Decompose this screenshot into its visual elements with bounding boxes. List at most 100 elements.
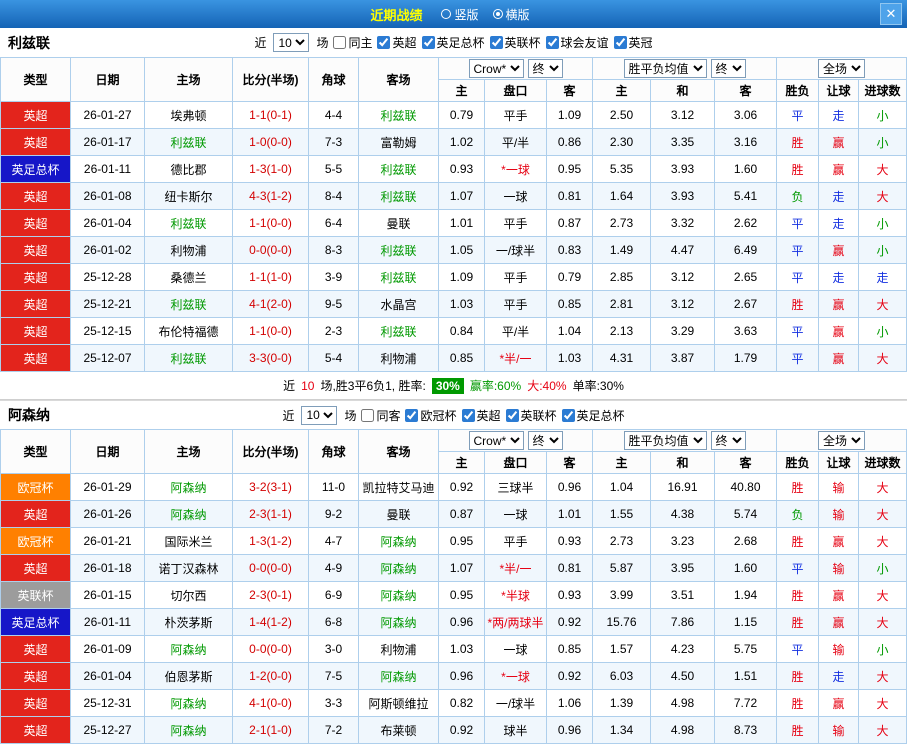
ah-home-odds: 0.84: [439, 318, 485, 345]
ah-home-odds: 1.05: [439, 237, 485, 264]
match-date: 26-01-09: [71, 636, 145, 663]
near-label: 近: [282, 407, 294, 424]
euro-away-odds: 7.72: [715, 690, 777, 717]
wdl-result: 胜: [777, 582, 819, 609]
handicap-result: 赢: [819, 156, 859, 183]
league-badge: 英超: [1, 210, 71, 237]
corner-score: 5-4: [309, 345, 359, 372]
same-venue-checkbox[interactable]: 同客: [361, 407, 400, 424]
same-venue-checkbox-input[interactable]: [361, 409, 374, 422]
league-filter-checkbox[interactable]: 球会友谊: [546, 34, 609, 51]
ah-away-odds: 1.04: [547, 318, 593, 345]
league-filter-checkbox-input[interactable]: [405, 409, 418, 422]
odds-stage-select[interactable]: 终: [528, 431, 563, 450]
home-team: 利兹联: [145, 345, 233, 372]
match-date: 26-01-17: [71, 129, 145, 156]
radio-unselected-icon: [441, 9, 451, 19]
euro-away-odds: 3.06: [715, 102, 777, 129]
ah-home-odds: 0.93: [439, 156, 485, 183]
league-filter-checkbox[interactable]: 英超: [377, 34, 416, 51]
layout-radio-horizontal[interactable]: 横版: [493, 6, 530, 23]
league-filter-checkbox[interactable]: 英联杯: [506, 407, 557, 424]
same-venue-checkbox[interactable]: 同主: [333, 34, 372, 51]
league-filter-checkbox[interactable]: 欧冠杯: [405, 407, 456, 424]
league-filter-checkbox-input[interactable]: [490, 36, 503, 49]
away-team: 利物浦: [359, 636, 439, 663]
euro-away-odds: 3.63: [715, 318, 777, 345]
match-count-select[interactable]: 10: [273, 33, 309, 52]
goals-result: 大: [859, 156, 907, 183]
ah-handicap: *一球: [485, 663, 547, 690]
bookmaker-select[interactable]: Crow*: [469, 59, 524, 78]
same-venue-label: 同主: [348, 34, 372, 51]
euro-home-odds: 1.34: [593, 717, 651, 744]
odds-stage-select[interactable]: 终: [711, 431, 746, 450]
scope-select[interactable]: 全场: [818, 431, 865, 450]
bookmaker-select[interactable]: Crow*: [469, 431, 524, 450]
topbar: 近期战绩 竖版 横版 ✕: [0, 0, 907, 28]
euro-home-odds: 1.39: [593, 690, 651, 717]
corner-score: 4-9: [309, 555, 359, 582]
euro-draw-odds: 3.35: [651, 129, 715, 156]
euro-draw-odds: 7.86: [651, 609, 715, 636]
league-filter-checkbox-input[interactable]: [562, 409, 575, 422]
score: 4-3(1-2): [233, 183, 309, 210]
league-filter-checkbox-input[interactable]: [506, 409, 519, 422]
handicap-result: 赢: [819, 318, 859, 345]
league-filter-label: 英联杯: [505, 34, 541, 51]
league-badge: 英超: [1, 318, 71, 345]
wdl-result: 胜: [777, 717, 819, 744]
layout-radio-vertical[interactable]: 竖版: [441, 6, 478, 23]
ah-handicap: *半/一: [485, 555, 547, 582]
euro-home-odds: 4.31: [593, 345, 651, 372]
corner-score: 7-3: [309, 129, 359, 156]
league-filter-checkbox-input[interactable]: [462, 409, 475, 422]
match-date: 25-12-27: [71, 717, 145, 744]
window-title: 近期战绩: [370, 5, 422, 24]
subcolumn-header: 客: [547, 452, 593, 474]
league-filter-checkbox[interactable]: 英联杯: [490, 34, 541, 51]
league-badge: 英足总杯: [1, 156, 71, 183]
subcolumn-header: 让球: [819, 80, 859, 102]
league-filter-checkbox[interactable]: 英超: [462, 407, 501, 424]
corner-score: 6-9: [309, 582, 359, 609]
league-filter-checkbox[interactable]: 英足总杯: [422, 34, 485, 51]
euro-draw-odds: 3.32: [651, 210, 715, 237]
league-filter-label: 英冠: [629, 34, 653, 51]
goals-result: 大: [859, 690, 907, 717]
league-filter-checkbox[interactable]: 英足总杯: [562, 407, 625, 424]
goals-result: 大: [859, 474, 907, 501]
euro-draw-odds: 3.93: [651, 183, 715, 210]
ah-home-odds: 0.95: [439, 528, 485, 555]
league-badge: 英超: [1, 555, 71, 582]
league-filter-checkbox-input[interactable]: [546, 36, 559, 49]
league-filter-checkbox-input[interactable]: [614, 36, 627, 49]
ah-home-odds: 0.79: [439, 102, 485, 129]
same-venue-label: 同客: [376, 407, 400, 424]
away-team: 利兹联: [359, 318, 439, 345]
league-filter-checkbox-input[interactable]: [377, 36, 390, 49]
ah-home-odds: 0.82: [439, 690, 485, 717]
euro-mean-select[interactable]: 胜平负均值: [624, 431, 707, 450]
match-count-select[interactable]: 10: [301, 406, 337, 425]
close-button[interactable]: ✕: [880, 3, 902, 25]
league-badge: 英超: [1, 129, 71, 156]
league-filter-checkbox[interactable]: 英冠: [614, 34, 653, 51]
matches-table: 类型日期主场比分(半场)角球客场Crow*终胜平负均值终全场主盘口客主和客胜负让…: [0, 57, 907, 372]
column-header: 客场: [359, 58, 439, 102]
euro-home-odds: 1.57: [593, 636, 651, 663]
odds-stage-select[interactable]: 终: [711, 59, 746, 78]
away-team: 富勒姆: [359, 129, 439, 156]
corner-score: 7-5: [309, 663, 359, 690]
handicap-result: 走: [819, 102, 859, 129]
scope-select[interactable]: 全场: [818, 59, 865, 78]
home-team: 布伦特福德: [145, 318, 233, 345]
league-filter-checkbox-input[interactable]: [422, 36, 435, 49]
ah-handicap: 球半: [485, 717, 547, 744]
subcolumn-header: 主: [439, 452, 485, 474]
ah-home-odds: 0.96: [439, 663, 485, 690]
euro-home-odds: 1.64: [593, 183, 651, 210]
euro-mean-select[interactable]: 胜平负均值: [624, 59, 707, 78]
same-venue-checkbox-input[interactable]: [333, 36, 346, 49]
odds-stage-select[interactable]: 终: [528, 59, 563, 78]
